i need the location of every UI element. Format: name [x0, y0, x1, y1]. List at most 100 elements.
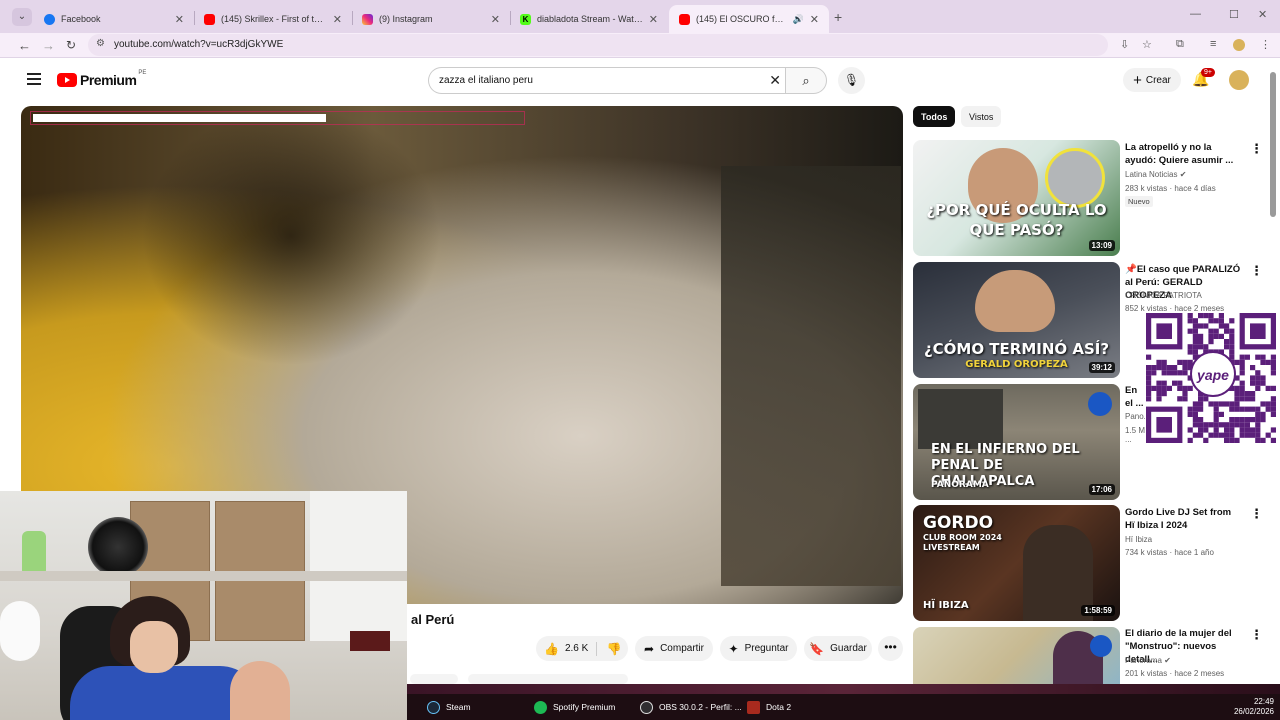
thumbnail-subcaption: CLUB ROOM 2024 LIVESTREAM: [923, 533, 1002, 552]
tab-label: (145) Skrillex - First of the Year: [221, 14, 327, 24]
facebook-icon: [44, 13, 55, 25]
share-button[interactable]: ➦ Compartir: [635, 636, 713, 661]
recommendation-channel[interactable]: Hï Ibiza: [1125, 535, 1152, 544]
taskbar-item-dota[interactable]: Dota 2: [747, 694, 791, 720]
account-avatar[interactable]: [1229, 70, 1249, 90]
recommendation-channel[interactable]: Latina Noticias ✔: [1125, 170, 1186, 179]
search-input[interactable]: zazza el italiano peru ✕: [428, 67, 785, 94]
yape-qr-code: yape: [1146, 313, 1276, 443]
filter-chip-watched[interactable]: Vistos: [961, 106, 1002, 127]
recommendation-meta: 852 k vistas · hace 2 meses: [1125, 304, 1225, 313]
taskbar: Steam Spotify Premium OBS 30.0.2 - Perfi…: [407, 694, 1280, 720]
recommendation-meta: 283 k vistas · hace 4 días: [1125, 184, 1216, 193]
youtube-header: Premium PE zazza el italiano peru ✕ ⌕ 🎙 …: [0, 58, 1280, 102]
save-button[interactable]: 🔖 Guardar: [804, 636, 872, 661]
address-bar[interactable]: ⚙ youtube.com/watch?v=ucR3djGkYWE: [88, 34, 1108, 56]
recommendation-title[interactable]: En el ... Cha...: [1125, 384, 1145, 410]
close-tab-icon[interactable]: ✕: [175, 13, 184, 26]
youtube-icon: [204, 13, 215, 25]
close-window-icon[interactable]: ✕: [1258, 8, 1267, 21]
tab-kick[interactable]: K diabladota Stream - Watch Live ✕: [510, 5, 668, 33]
stream-overlay-counter: 6 / 10: [487, 93, 515, 105]
install-app-icon[interactable]: ⇩: [1120, 38, 1129, 51]
tab-label: (9) Instagram: [379, 14, 433, 24]
more-options-icon[interactable]: ⋮: [1250, 506, 1263, 522]
close-tab-icon[interactable]: ✕: [810, 13, 819, 26]
maximize-icon[interactable]: ☐: [1229, 8, 1239, 21]
recommendation-channel[interactable]: Panorama ✔: [1125, 656, 1171, 665]
fan: [88, 517, 148, 577]
steam-icon: [427, 700, 440, 714]
sparkle-icon: ✦: [728, 641, 739, 656]
reading-list-icon[interactable]: ≡: [1210, 38, 1216, 50]
recommendation-channel[interactable]: Pano...: [1125, 412, 1145, 421]
youtube-logo[interactable]: Premium PE: [57, 70, 146, 88]
filter-chip-all[interactable]: Todos: [913, 106, 956, 127]
tab-search-icon[interactable]: ⌄: [12, 8, 32, 26]
reload-icon[interactable]: ↻: [66, 38, 76, 52]
taskbar-label: Dota 2: [766, 702, 792, 712]
tab-facebook[interactable]: Facebook ✕: [34, 5, 194, 33]
recommendation-meta: 1.5 M ...: [1125, 426, 1145, 444]
more-menu-icon[interactable]: ⋮: [1260, 38, 1271, 51]
save-label: Guardar: [830, 643, 867, 654]
new-tab-icon[interactable]: +: [834, 9, 842, 25]
scrollbar[interactable]: [1270, 72, 1276, 217]
back-icon[interactable]: ←: [18, 38, 31, 53]
thumbs-up-icon: 👍: [544, 641, 559, 656]
channel-name: Panorama: [1125, 656, 1162, 665]
hamburger-menu-icon[interactable]: [27, 73, 41, 85]
search-query: zazza el italiano peru: [439, 75, 533, 86]
recommendation-thumbnail[interactable]: [913, 627, 1120, 684]
recommendation-thumbnail[interactable]: GORDO CLUB ROOM 2024 LIVESTREAM HÏ IBIZA…: [913, 505, 1120, 621]
recommendation-title[interactable]: Gordo Live DJ Set from Hï Ibiza I 2024: [1125, 506, 1243, 532]
site-info-icon[interactable]: ⚙: [96, 38, 105, 49]
plus-icon: +: [1133, 71, 1142, 89]
search-button[interactable]: ⌕: [785, 67, 827, 94]
youtube-play-icon: [57, 73, 77, 87]
more-options-icon[interactable]: ⋮: [1250, 627, 1263, 643]
taskbar-item-obs[interactable]: OBS 30.0.2 - Perfil: ...: [640, 694, 742, 720]
tab-active-video[interactable]: (145) El OSCURO futuro de 🔊 ✕: [669, 5, 829, 33]
dislike-button[interactable]: 👎: [600, 636, 628, 661]
bookmark-icon: 🔖: [809, 641, 825, 656]
taskbar-item-steam[interactable]: Steam: [427, 694, 471, 720]
placeholder-bar: [410, 674, 458, 684]
recommendation-thumbnail[interactable]: ¿POR QUÉ OCULTA LO QUE PASÓ? 13:09: [913, 140, 1120, 256]
plush-toy: [0, 601, 40, 661]
close-tab-icon[interactable]: ✕: [649, 13, 658, 26]
recommendation-thumbnail[interactable]: ¿CÓMO TERMINÓ ASÍ? GERALD OROPEZA 39:12: [913, 262, 1120, 378]
recommendation-channel[interactable]: CRÓNICA PATRIOTA: [1125, 291, 1202, 300]
voice-search-icon[interactable]: 🎙: [838, 67, 865, 94]
close-tab-icon[interactable]: ✕: [333, 13, 342, 26]
create-button[interactable]: + Crear: [1123, 68, 1181, 92]
system-clock[interactable]: 22:49 26/02/2026: [1234, 697, 1274, 717]
clear-search-icon[interactable]: ✕: [769, 72, 781, 89]
audio-playing-icon[interactable]: 🔊: [793, 14, 804, 25]
recommendation-title[interactable]: La atropelló y no la ayudó: Quiere asumi…: [1125, 141, 1243, 167]
taskbar-item-spotify[interactable]: Spotify Premium: [534, 694, 615, 720]
bookmark-star-icon[interactable]: ☆: [1142, 38, 1152, 51]
minimize-icon[interactable]: —: [1190, 8, 1201, 20]
profile-avatar-icon[interactable]: [1233, 39, 1245, 51]
taskbar-label: OBS 30.0.2 - Perfil: ...: [659, 702, 742, 712]
dota-icon: [747, 700, 760, 714]
extensions-icon[interactable]: ⧉: [1176, 38, 1184, 51]
webcam-overlay: [0, 491, 407, 720]
video-title: al Perú: [411, 612, 455, 627]
more-actions-icon[interactable]: •••: [878, 636, 903, 661]
tab-instagram[interactable]: (9) Instagram ✕: [352, 5, 510, 33]
more-options-icon[interactable]: ⋮: [1250, 263, 1263, 279]
verified-icon: ✔: [1164, 656, 1171, 665]
recommendation-thumbnail[interactable]: EN EL INFIERNO DEL PENAL DE CHALLAPALCA …: [913, 384, 1120, 500]
yape-logo: yape: [1190, 351, 1236, 397]
more-options-icon[interactable]: ⋮: [1250, 141, 1263, 157]
video-duration: 13:09: [1088, 240, 1115, 251]
thumbnail-caption: ¿CÓMO TERMINÓ ASÍ?: [923, 340, 1110, 358]
screen: { "browser": { "tabs": [ {"label": "Face…: [0, 0, 1280, 720]
close-tab-icon[interactable]: ✕: [491, 13, 500, 26]
ask-button[interactable]: ✦ Preguntar: [720, 636, 797, 661]
verified-icon: ✔: [1179, 170, 1187, 179]
forward-icon[interactable]: →: [42, 38, 55, 53]
tab-skrillex[interactable]: (145) Skrillex - First of the Year ✕: [194, 5, 352, 33]
